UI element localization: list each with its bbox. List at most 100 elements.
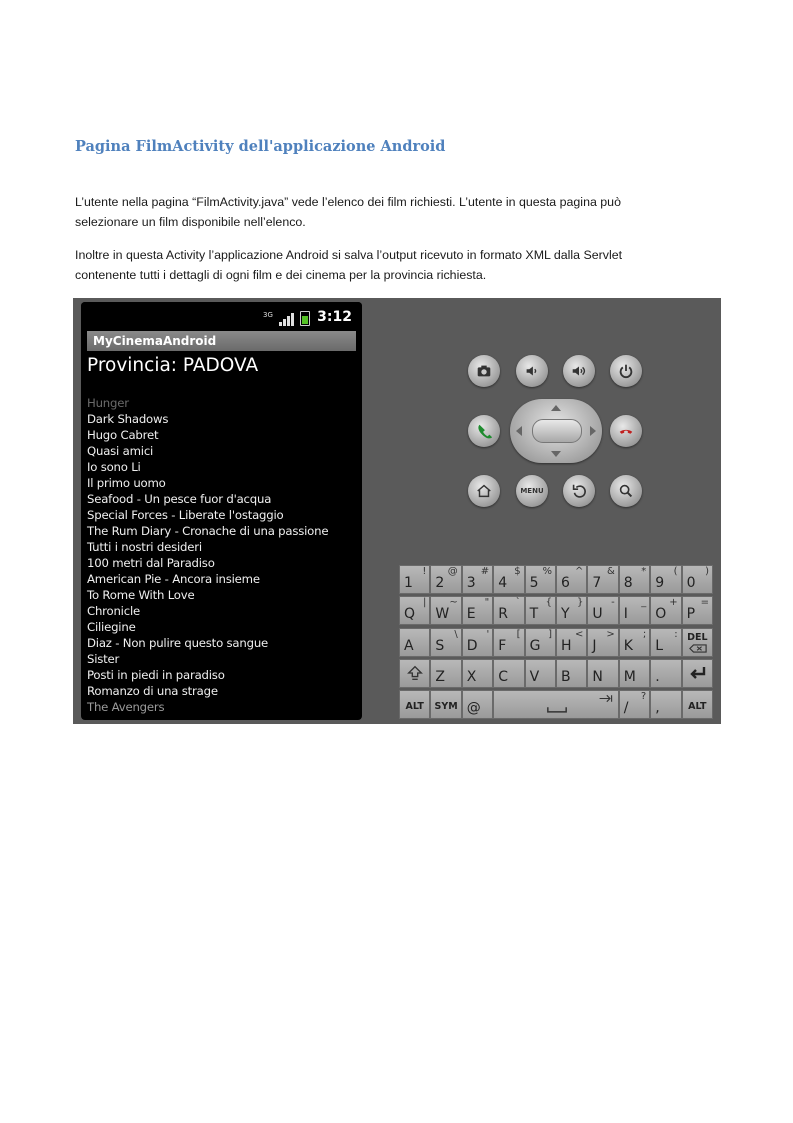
key-label: H [561, 637, 572, 654]
key-j[interactable]: J > [587, 627, 619, 657]
key-m[interactable]: M [618, 658, 651, 688]
key-label: 9 [655, 575, 665, 591]
key-e[interactable]: E " [461, 596, 494, 626]
paragraph-intro: L’utente nella pagina “FilmActivity.java… [75, 195, 621, 229]
shift-key[interactable] [399, 658, 431, 688]
key-p[interactable]: P = [681, 596, 713, 626]
key-alt-label: : [674, 628, 678, 640]
dpad-right-icon[interactable] [590, 426, 596, 436]
key-alt-label: ` [515, 597, 521, 609]
key-d[interactable]: D ' [461, 627, 494, 657]
paragraph-details: Inoltre in questa Activity l’applicazion… [75, 248, 623, 282]
space-key[interactable] [493, 690, 619, 720]
key-6[interactable]: 6 ^ [556, 565, 588, 594]
alt-key-left[interactable]: ALT [399, 690, 431, 720]
key-alt-label: ! [422, 566, 427, 577]
call-button-icon[interactable] [468, 415, 500, 447]
key-0[interactable]: 0) [681, 565, 713, 594]
key-x[interactable]: X [461, 658, 494, 688]
dpad-left-icon[interactable] [516, 426, 522, 436]
film-item[interactable]: Seafood - Un pesce fuor d'acqua [87, 491, 357, 507]
key-3[interactable]: 3 # [461, 565, 494, 594]
film-item[interactable]: Ciliegine [87, 619, 357, 635]
key-s[interactable]: S \ [430, 627, 462, 657]
key-h[interactable]: H < [556, 627, 588, 657]
key-f[interactable]: F[ [493, 627, 525, 657]
film-item[interactable]: The Avengers [87, 699, 357, 715]
dpad-down-icon[interactable] [551, 451, 561, 457]
film-item[interactable]: Chronicle [87, 603, 357, 619]
film-item[interactable]: Tutti i nostri desideri [87, 539, 357, 555]
home-button-icon[interactable] [468, 475, 500, 507]
power-button-icon[interactable] [610, 355, 642, 387]
key-alt-label: ] [548, 628, 552, 640]
film-item[interactable]: The Rum Diary - Cronache di una passione [87, 523, 357, 539]
film-item[interactable]: Dark Shadows [87, 411, 357, 427]
key-comma[interactable]: , [650, 690, 682, 720]
signal-icon [279, 313, 294, 326]
key-1[interactable]: 1! [399, 565, 431, 594]
film-item[interactable]: Romanzo di una strage [87, 683, 357, 699]
film-item[interactable]: Special Forces - Liberate l'ostaggio [87, 507, 357, 523]
key-alt-label: & [606, 566, 615, 577]
battery-icon [300, 311, 310, 326]
alt-key-right[interactable]: ALT [681, 690, 713, 720]
film-item[interactable]: Posti in piedi in paradiso [87, 667, 357, 683]
key-o[interactable]: O + [650, 596, 682, 626]
dpad-center-button[interactable] [532, 419, 582, 443]
key-9[interactable]: 9( [650, 565, 682, 594]
key-label: 4 [498, 575, 508, 591]
key-label: P [686, 606, 696, 623]
key-g[interactable]: G] [524, 627, 556, 657]
key-7[interactable]: 7 & [587, 565, 619, 594]
film-item[interactable]: Diaz - Non pulire questo sangue [87, 635, 357, 651]
volume-up-button-icon[interactable] [563, 355, 595, 387]
key-slash[interactable]: /? [618, 690, 651, 720]
search-button-icon[interactable] [610, 475, 642, 507]
key-n[interactable]: N [587, 658, 619, 688]
key-label: D [466, 637, 478, 654]
key-5[interactable]: 5% [524, 565, 556, 594]
key-q[interactable]: Q | [399, 596, 431, 626]
film-item[interactable]: Il primo uomo [87, 475, 357, 491]
key-label: B [561, 668, 571, 685]
key-c[interactable]: C [493, 658, 525, 688]
key-t[interactable]: T{ [524, 596, 556, 626]
key-b[interactable]: B [556, 658, 588, 688]
key-at[interactable]: @ [461, 690, 494, 720]
menu-button[interactable]: MENU [516, 475, 548, 507]
delete-key[interactable]: DEL [681, 627, 713, 657]
key-k[interactable]: K; [618, 627, 651, 657]
key-4[interactable]: 4 $ [493, 565, 525, 594]
key-z[interactable]: Z [430, 658, 462, 688]
key-w[interactable]: W ~ [430, 596, 462, 626]
camera-button-icon[interactable] [468, 355, 500, 387]
key-8[interactable]: 8 * [618, 565, 651, 594]
key-u[interactable]: U- [587, 596, 619, 626]
enter-key[interactable] [681, 658, 713, 688]
key-v[interactable]: V [524, 658, 556, 688]
key-a[interactable]: A [399, 627, 431, 657]
dpad-up-icon[interactable] [551, 405, 561, 411]
film-item[interactable]: 100 metri dal Paradiso [87, 555, 357, 571]
film-item[interactable]: Hunger [87, 395, 357, 411]
key-l[interactable]: L: [650, 627, 682, 657]
film-item[interactable]: To Rome With Love [87, 587, 357, 603]
film-item[interactable]: American Pie - Ancora insieme [87, 571, 357, 587]
key-label: 7 [592, 575, 602, 591]
key-2[interactable]: 2 @ [430, 565, 462, 594]
key-r[interactable]: R ` [493, 596, 525, 626]
key-i[interactable]: I _ [618, 596, 651, 626]
key-period[interactable]: . [650, 658, 682, 688]
film-item[interactable]: Hugo Cabret [87, 427, 357, 443]
film-item[interactable]: Sister [87, 651, 357, 667]
dpad-control[interactable] [510, 399, 602, 463]
key-y[interactable]: Y} [556, 596, 588, 626]
key-label: Y [561, 606, 570, 623]
volume-down-button-icon[interactable] [516, 355, 548, 387]
sym-key[interactable]: SYM [430, 690, 462, 720]
back-button-icon[interactable] [563, 475, 595, 507]
end-call-button-icon[interactable] [610, 415, 642, 447]
film-item[interactable]: Io sono Li [87, 459, 357, 475]
film-item[interactable]: Quasi amici [87, 443, 357, 459]
